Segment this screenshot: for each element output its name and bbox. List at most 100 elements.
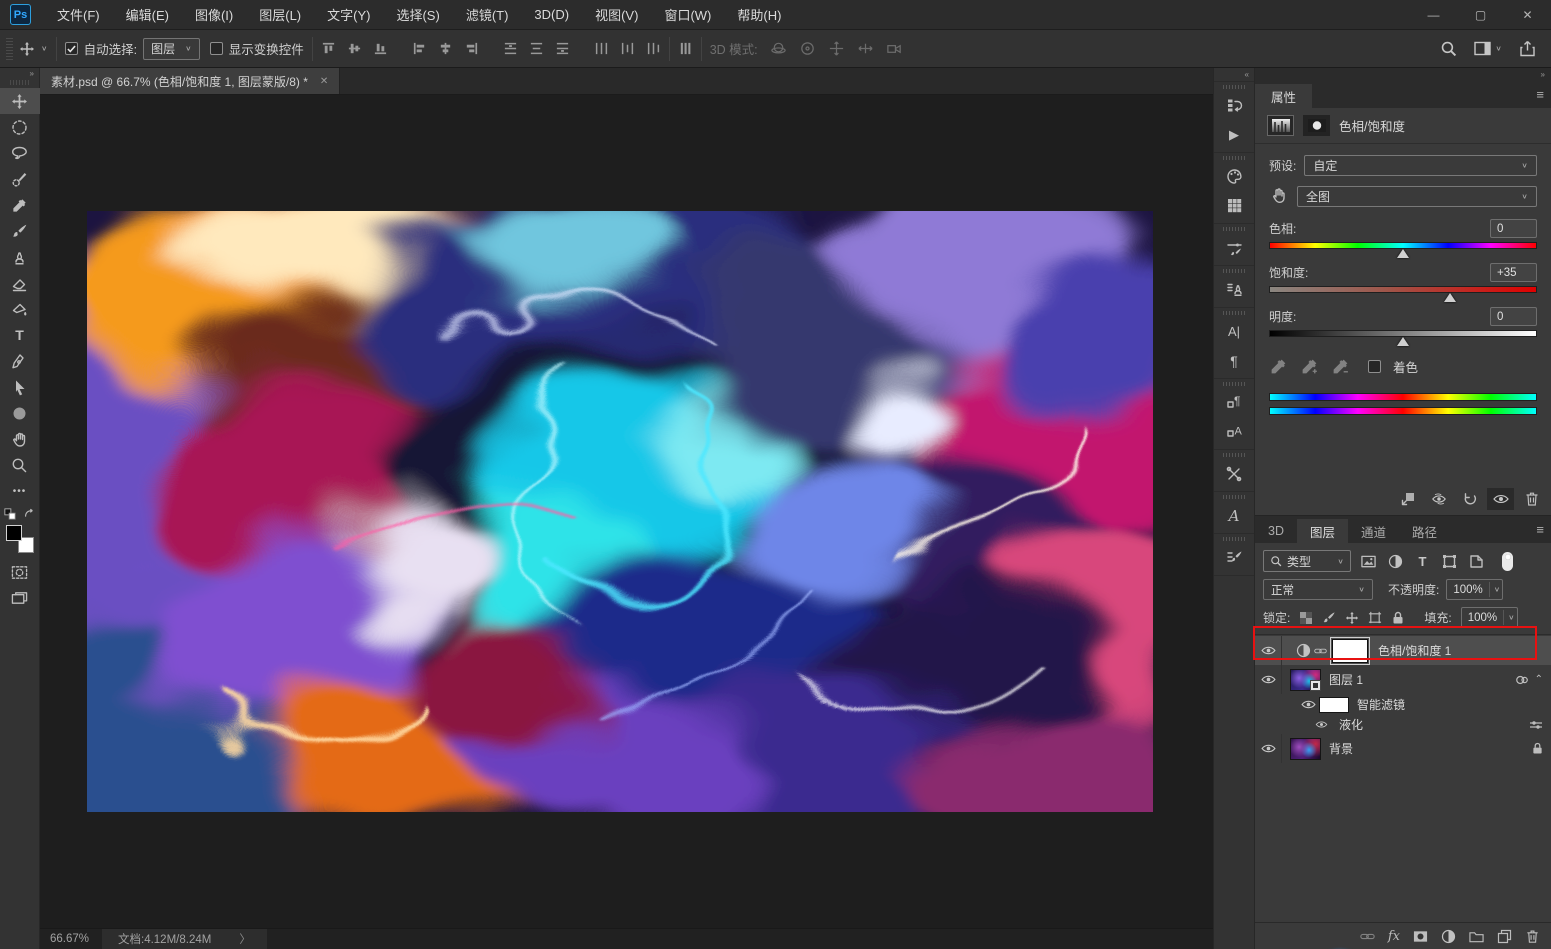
opacity-input[interactable]: 100% ∨ <box>1446 579 1504 600</box>
menu-type[interactable]: 文字(Y) <box>314 0 383 29</box>
strip-expand-icon[interactable]: « <box>1214 68 1254 81</box>
smart-filter-icon[interactable] <box>1515 673 1529 687</box>
fill-input[interactable]: 100% ∨ <box>1460 607 1518 628</box>
filter-name[interactable]: 液化 <box>1339 716 1363 733</box>
more-tools[interactable]: ••• <box>0 478 40 504</box>
3d-roll-icon[interactable] <box>799 40 816 57</box>
align-vcenter-button[interactable] <box>347 41 362 56</box>
close-button[interactable]: ✕ <box>1504 0 1551 29</box>
lock-position-icon[interactable] <box>1345 611 1359 625</box>
show-transform-checkbox[interactable] <box>209 42 223 55</box>
layer-style-button[interactable]: fx <box>1388 929 1400 944</box>
clone-stamp-tool[interactable] <box>0 244 40 270</box>
mask-link-icon[interactable] <box>1314 647 1327 655</box>
layer-mask-thumbnail[interactable] <box>1330 636 1370 665</box>
character-styles-panel-icon[interactable]: A <box>1213 417 1255 446</box>
align-right-button[interactable] <box>464 41 479 56</box>
distribute-hcenter-button[interactable] <box>620 41 635 56</box>
clone-source-panel-icon[interactable] <box>1213 275 1255 304</box>
canvas-image[interactable] <box>87 211 1153 812</box>
drag-handle[interactable] <box>1223 156 1245 160</box>
workspace-switcher[interactable]: ∨ <box>1474 40 1502 57</box>
3d-slide-icon[interactable] <box>857 40 874 57</box>
add-adjustment-button[interactable] <box>1441 929 1456 944</box>
align-top-button[interactable] <box>321 41 336 56</box>
maximize-button[interactable]: ▢ <box>1457 0 1504 29</box>
eyedropper-add-icon[interactable] <box>1300 357 1319 376</box>
filter-type-layers-icon[interactable]: T <box>1413 552 1432 571</box>
hue-slider-thumb[interactable] <box>1397 249 1409 258</box>
distribute-bottom-button[interactable] <box>555 41 570 56</box>
blend-mode-dropdown[interactable]: 正常 ∨ <box>1263 579 1373 600</box>
layer-row-liquify[interactable]: 液化 <box>1255 715 1551 734</box>
menu-view[interactable]: 视图(V) <box>582 0 651 29</box>
brush-presets-panel-icon[interactable] <box>1213 543 1255 572</box>
filter-smart-objects-icon[interactable] <box>1467 552 1486 571</box>
swatches-panel-icon[interactable] <box>1213 191 1255 220</box>
reset-adjustment-button[interactable] <box>1456 488 1483 510</box>
zoom-level-field[interactable]: 66.67% <box>40 929 102 949</box>
search-icon[interactable] <box>1440 40 1457 57</box>
clip-to-layer-button[interactable] <box>1394 488 1421 510</box>
character-panel-icon[interactable]: A| <box>1213 317 1255 346</box>
distribute-top-button[interactable] <box>503 41 518 56</box>
canvas[interactable]: 66.67% 文档:4.12M/8.24M 〉 <box>40 95 1213 949</box>
visibility-cell[interactable] <box>1255 665 1282 694</box>
distribute-right-button[interactable] <box>646 41 661 56</box>
actions-panel-icon[interactable]: ▶ <box>1213 120 1255 149</box>
menu-window[interactable]: 窗口(W) <box>651 0 724 29</box>
eyedropper-subtract-icon[interactable] <box>1331 357 1350 376</box>
screen-mode-button[interactable] <box>0 585 40 611</box>
delete-adjustment-button[interactable] <box>1518 488 1545 510</box>
layer-thumbnail[interactable] <box>1290 737 1321 760</box>
lock-all-icon[interactable] <box>1391 611 1405 625</box>
quick-selection-tool[interactable] <box>0 166 40 192</box>
marquee-tool[interactable] <box>0 114 40 140</box>
brush-tool[interactable] <box>0 218 40 244</box>
range-dropdown[interactable]: 全图 ∨ <box>1297 185 1537 207</box>
drag-handle[interactable] <box>1223 453 1245 457</box>
3d-drag-icon[interactable] <box>828 40 845 57</box>
filter-type-dropdown[interactable]: 类型 ∨ <box>1263 550 1351 572</box>
lock-transparent-icon[interactable] <box>1299 611 1313 625</box>
drag-handle[interactable] <box>1223 495 1245 499</box>
layer-row-hue-saturation[interactable]: 色相/饱和度 1 <box>1255 636 1551 665</box>
saturation-slider-thumb[interactable] <box>1443 293 1456 302</box>
filter-pixel-layers-icon[interactable] <box>1359 552 1378 571</box>
panel-menu-icon[interactable]: ≡ <box>1536 87 1544 102</box>
move-tool[interactable] <box>0 88 40 114</box>
path-select-tool[interactable] <box>0 374 40 400</box>
tab-3d[interactable]: 3D <box>1255 519 1297 543</box>
distribute-left-button[interactable] <box>594 41 609 56</box>
eyedropper-tool[interactable] <box>0 192 40 218</box>
status-chevron-icon[interactable]: 〉 <box>239 931 251 947</box>
drag-handle[interactable] <box>1223 382 1245 386</box>
dock-collapse-icon[interactable]: » <box>1255 68 1551 81</box>
drag-handle[interactable] <box>1223 85 1245 89</box>
filter-mask-thumbnail[interactable] <box>1319 696 1349 713</box>
eyedropper-sample-icon[interactable] <box>1269 357 1288 376</box>
tab-properties[interactable]: 属性 <box>1255 84 1313 108</box>
layer-name[interactable]: 背景 <box>1329 740 1353 757</box>
paragraph-styles-panel-icon[interactable]: ¶ <box>1213 388 1255 417</box>
color-panel-icon[interactable] <box>1213 162 1255 191</box>
toolbar-grip[interactable] <box>9 80 30 85</box>
align-bottom-button[interactable] <box>373 41 388 56</box>
document-info[interactable]: 文档:4.12M/8.24M 〉 <box>102 929 267 949</box>
menu-filter[interactable]: 滤镜(T) <box>453 0 522 29</box>
filter-adjustment-layers-icon[interactable] <box>1386 552 1405 571</box>
distribute-vcenter-button[interactable] <box>529 41 544 56</box>
panel-menu-icon[interactable]: ≡ <box>1536 522 1544 537</box>
foreground-color[interactable] <box>5 525 22 541</box>
targeted-adjustment-icon[interactable] <box>1269 187 1287 205</box>
document-tab[interactable]: 素材.psd @ 66.7% (色相/饱和度 1, 图层蒙版/8) * ✕ <box>40 68 341 94</box>
3d-camera-icon[interactable] <box>886 40 903 57</box>
distribute-spacing-button[interactable] <box>678 41 693 56</box>
menu-edit[interactable]: 编辑(E) <box>113 0 182 29</box>
drag-handle[interactable] <box>1223 537 1245 541</box>
layer-name[interactable]: 色相/饱和度 1 <box>1378 642 1451 659</box>
menu-select[interactable]: 选择(S) <box>383 0 452 29</box>
lightness-input[interactable]: 0 <box>1490 307 1537 326</box>
layer-thumbnail[interactable] <box>1290 668 1321 691</box>
delete-layer-button[interactable] <box>1525 929 1540 944</box>
